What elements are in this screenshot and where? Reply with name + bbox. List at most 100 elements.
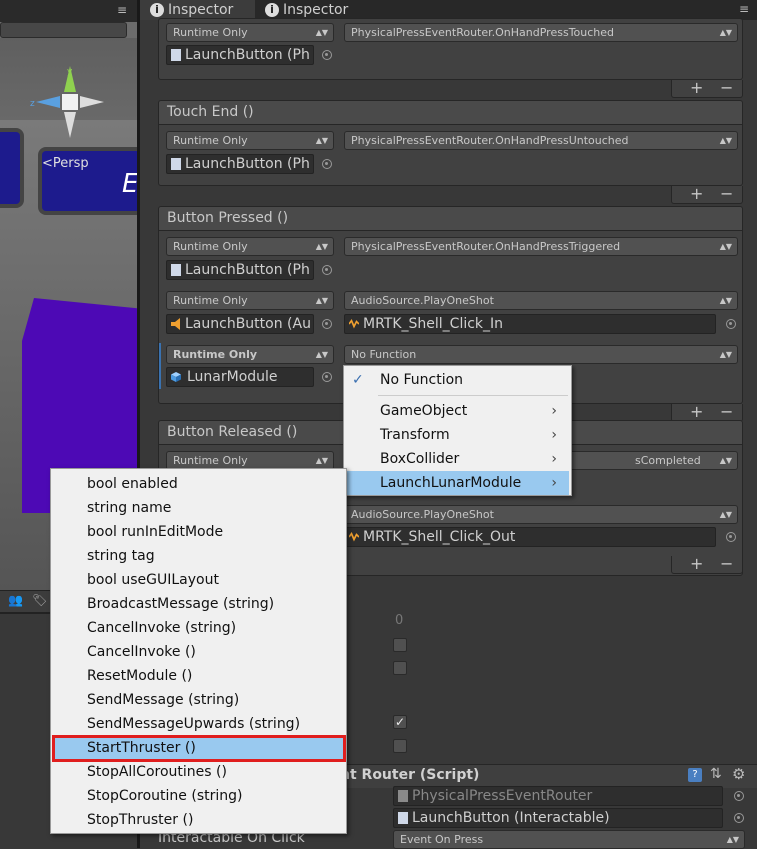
menu-item-method[interactable]: string tag <box>53 544 344 568</box>
runtime-dropdown[interactable]: Runtime Only ▲▼ <box>166 291 334 310</box>
script-icon <box>171 264 181 276</box>
scene-toolbar: ≡ <box>0 0 137 22</box>
remove-event-button[interactable]: − <box>720 554 733 573</box>
menu-item-method[interactable]: bool enabled <box>53 472 344 496</box>
persp-label[interactable]: <Persp <box>42 156 89 171</box>
menu-item-method[interactable]: CancelInvoke () <box>53 640 344 664</box>
function-dropdown[interactable]: AudioSource.PlayOneShot ▲▼ <box>344 505 738 524</box>
event-panel-touch-start: Runtime Only ▲▼ PhysicalPressEventRouter.… <box>158 18 743 80</box>
menu-item-method[interactable]: SendMessageUpwards (string) <box>53 712 344 736</box>
tab-menu-icon[interactable]: ≡ <box>739 2 749 16</box>
add-event-button[interactable]: + <box>690 402 703 421</box>
list-footer: + − <box>671 554 743 574</box>
object-picker-icon[interactable] <box>322 265 332 275</box>
object-picker-icon[interactable] <box>322 319 332 329</box>
object-field[interactable]: LaunchButton (Ph <box>166 260 314 280</box>
add-event-button[interactable]: + <box>690 554 703 573</box>
audio-clip-icon <box>349 532 359 542</box>
tag-icon[interactable]: 🏷 <box>32 593 47 607</box>
script-icon <box>398 812 408 824</box>
check-icon: ✓ <box>352 372 364 388</box>
help-icon[interactable]: ? <box>688 768 702 782</box>
audio-clip-field[interactable]: MRTK_Shell_Click_In <box>344 314 716 334</box>
object-picker-icon[interactable] <box>322 50 332 60</box>
menu-item-no-function[interactable]: ✓ No Function <box>346 368 569 392</box>
menu-item-method[interactable]: StopCoroutine (string) <box>53 784 344 808</box>
chevron-right-icon: › <box>551 475 557 491</box>
menu-item-method[interactable]: StopThruster () <box>53 808 344 832</box>
menu-item-transform[interactable]: Transform › <box>346 423 569 447</box>
lunar-module-object-field[interactable]: LunarModule <box>166 367 314 387</box>
event-on-press-dropdown[interactable]: Event On Press ▲▼ <box>393 830 745 849</box>
menu-item-method[interactable]: CancelInvoke (string) <box>53 616 344 640</box>
tab-inspector-2[interactable]: i Inspector <box>255 0 375 20</box>
menu-item-method[interactable]: BroadcastMessage (string) <box>53 592 344 616</box>
audio-clip-field[interactable]: MRTK_Shell_Click_Out <box>344 527 716 547</box>
function-dropdown[interactable]: AudioSource.PlayOneShot ▲▼ <box>344 291 738 310</box>
function-dropdown[interactable]: PhysicalPressEventRouter.OnHandPressTouc… <box>344 23 738 42</box>
remove-event-button[interactable]: − <box>720 402 733 421</box>
runtime-dropdown[interactable]: Runtime Only ▲▼ <box>166 23 334 42</box>
script-icon <box>171 49 181 61</box>
info-icon: i <box>265 3 279 17</box>
value-zero: 0 <box>395 613 404 628</box>
chevron-right-icon: › <box>551 451 557 467</box>
remove-event-button[interactable]: − <box>720 78 733 97</box>
remove-event-button[interactable]: − <box>720 184 733 203</box>
add-event-button[interactable]: + <box>690 184 703 203</box>
interactable-field[interactable]: LaunchButton (Interactable) <box>393 808 723 828</box>
object-field[interactable]: LaunchButton (Ph <box>166 45 314 65</box>
tab-inspector-1[interactable]: i Inspector <box>140 0 255 20</box>
checkbox[interactable] <box>393 661 407 675</box>
chevron-right-icon: › <box>551 403 557 419</box>
info-icon: i <box>150 3 164 17</box>
list-footer: + − <box>671 78 743 98</box>
script-icon <box>398 790 408 802</box>
menu-item-boxcollider[interactable]: BoxCollider › <box>346 447 569 471</box>
menu-item-launchlunarmodule[interactable]: LaunchLunarModule › <box>346 471 569 495</box>
button-pressed-header: Button Pressed () <box>158 206 743 230</box>
object-field[interactable]: LaunchButton (Au <box>166 314 314 334</box>
selected-row-marker <box>159 343 161 389</box>
runtime-dropdown[interactable]: Runtime Only ▲▼ <box>166 131 334 150</box>
scene-search-field[interactable] <box>0 22 127 38</box>
checkbox[interactable] <box>393 638 407 652</box>
inspector-tabs: i Inspector i Inspector ≡ <box>140 0 757 20</box>
add-event-button[interactable]: + <box>690 78 703 97</box>
menu-separator <box>378 395 568 396</box>
script-field: PhysicalPressEventRouter <box>393 786 723 806</box>
clip-picker-icon[interactable] <box>726 532 736 542</box>
function-dropdown[interactable]: PhysicalPressEventRouter.OnHandPressUnto… <box>344 131 738 150</box>
orientation-gizmo[interactable]: y z <box>30 62 110 142</box>
scene-partial-text: E <box>122 169 137 199</box>
menu-item-method[interactable]: SendMessage (string) <box>53 688 344 712</box>
menu-item-method[interactable]: string name <box>53 496 344 520</box>
menu-item-method[interactable]: StopAllCoroutines () <box>53 760 344 784</box>
object-field[interactable]: LaunchButton (Ph <box>166 154 314 174</box>
touch-end-header: Touch End () <box>158 100 743 124</box>
runtime-dropdown-selected[interactable]: Runtime Only ▲▼ <box>166 345 334 364</box>
menu-item-method[interactable]: bool runInEditMode <box>53 520 344 544</box>
cube-icon <box>171 372 181 382</box>
menu-item-gameobject[interactable]: GameObject › <box>346 399 569 423</box>
clip-picker-icon[interactable] <box>726 319 736 329</box>
object-picker-icon[interactable] <box>734 813 744 823</box>
scene-menu-icon[interactable]: ≡ <box>117 3 127 17</box>
function-dropdown-selected[interactable]: No Function ▲▼ <box>344 345 738 364</box>
object-picker-icon[interactable] <box>734 791 744 801</box>
checkbox[interactable] <box>393 739 407 753</box>
checkbox-checked[interactable]: ✓ <box>393 715 407 729</box>
object-picker-icon[interactable] <box>322 159 332 169</box>
gear-icon[interactable]: ⚙ <box>732 765 745 783</box>
people-icon[interactable]: 👥 <box>8 593 23 607</box>
menu-item-method[interactable]: bool useGUILayout <box>53 568 344 592</box>
menu-item-method[interactable]: ResetModule () <box>53 664 344 688</box>
runtime-dropdown[interactable]: Runtime Only ▲▼ <box>166 237 334 256</box>
preset-icon[interactable]: ⇅ <box>710 766 722 782</box>
chevron-right-icon: › <box>551 427 557 443</box>
list-footer: + − <box>671 184 743 204</box>
script-icon <box>171 158 181 170</box>
function-dropdown[interactable]: PhysicalPressEventRouter.OnHandPressTrig… <box>344 237 738 256</box>
object-picker-icon[interactable] <box>322 372 332 382</box>
function-menu: ✓ No Function GameObject › Transform › BoxC… <box>343 365 572 496</box>
